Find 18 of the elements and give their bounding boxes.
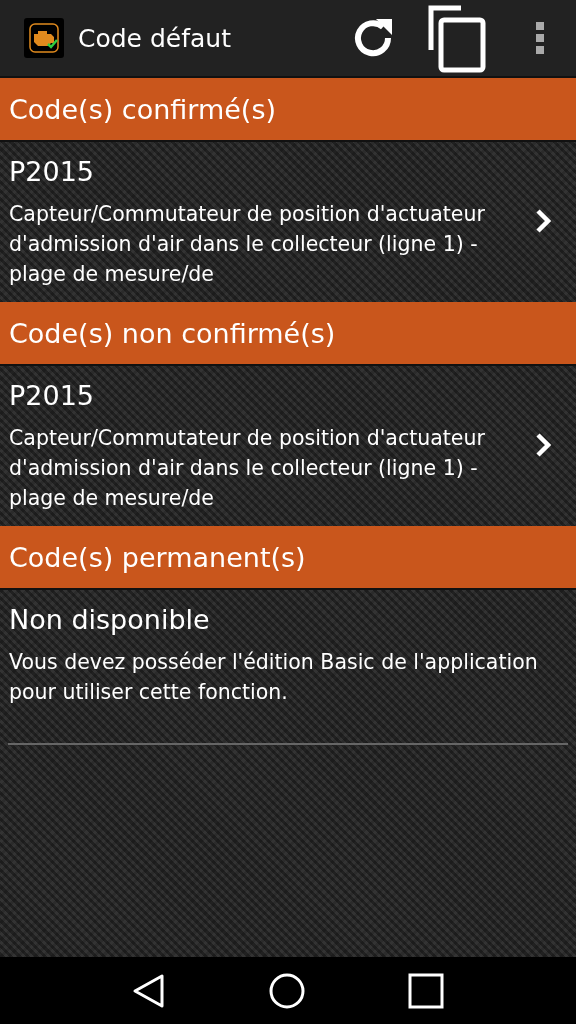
recents-icon[interactable] [408,972,445,1009]
fault-description: Capteur/Commutateur de position d'actuateur d'admission d'air dans le collecteur (ligne 1) - plage de mesure/de [9,425,486,512]
fault-code: P2015 [9,156,95,187]
section-header: Code(s) permanent(s) [0,526,576,590]
message-title: Non disponible [9,604,211,635]
fault-code-item[interactable]: P2015 Capteur/Commutateur de position d'actuateur d'admission d'air dans le collecteur (ligne 1) - plage de mesure/de [0,366,576,526]
back-icon[interactable] [131,972,166,1009]
engine-app-icon [24,18,64,58]
app-title: Code défaut [78,23,232,53]
fault-code: P2015 [9,380,95,411]
message-text: Vous devez posséder l'édition Basic de l'application pour utiliser cette fonction. [9,649,539,706]
section-header: Code(s) non confirmé(s) [0,302,576,366]
chevron-right-icon [535,208,551,234]
chevron-right-icon [535,432,551,458]
section-header: Code(s) confirmé(s) [0,78,576,142]
home-icon[interactable] [269,972,305,1009]
fault-description: Capteur/Commutateur de position d'actuateur d'admission d'air dans le collecteur (ligne 1) - plage de mesure/de [9,201,486,288]
fault-code-item[interactable]: P2015 Capteur/Commutateur de position d'actuateur d'admission d'air dans le collecteur (ligne 1) - plage de mesure/de [0,142,576,302]
